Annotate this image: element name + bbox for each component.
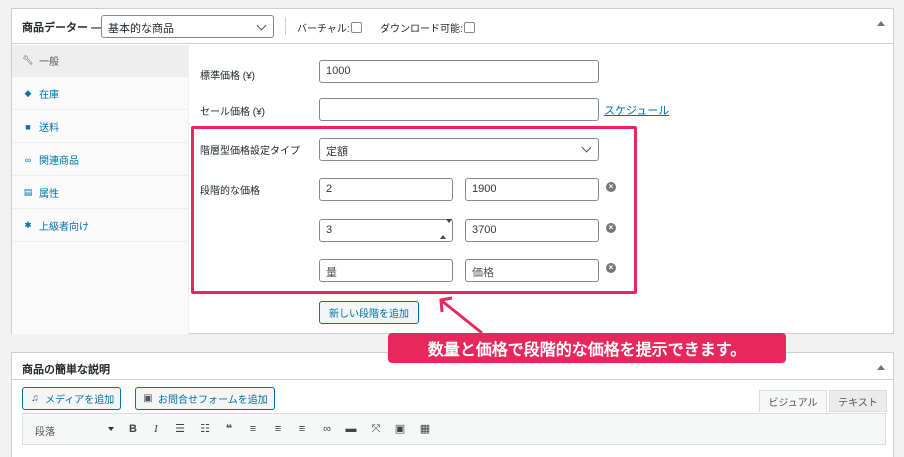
downloadable-checkbox[interactable] (463, 22, 475, 33)
tab-general[interactable]: 🔧︎ 一般 (12, 45, 188, 77)
list-icon: ▤ (23, 187, 33, 197)
add-media-label: メディアを追加 (45, 395, 115, 406)
downloadable-option[interactable]: ダウンロード可能: (380, 20, 475, 35)
tab-advanced[interactable]: ✱ 上級者向け (12, 210, 188, 242)
editor-toolbar: 段落 B I ☰ ☷ ❝ ≡ ≡ ≡ ∞ ▬ ⤧ ▣ ▦ (22, 413, 886, 445)
virtual-checkbox[interactable] (350, 22, 362, 33)
fullscreen-icon[interactable]: ⤧ (369, 422, 383, 436)
read-more-icon[interactable]: ▬ (344, 422, 358, 436)
link-icon[interactable]: ∞ (320, 422, 334, 436)
align-center-icon[interactable]: ≡ (271, 422, 285, 436)
product-type-select[interactable]: 基本的な商品 (101, 15, 274, 38)
tab-text[interactable]: テキスト (829, 390, 887, 412)
tab-label: 一般 (39, 57, 59, 68)
regular-price-label: 標準価格 (¥) (200, 71, 255, 82)
align-left-icon[interactable]: ≡ (246, 422, 260, 436)
align-right-icon[interactable]: ≡ (295, 422, 309, 436)
toolbar-toggle-icon[interactable]: ▦ (418, 422, 432, 436)
quote-icon[interactable]: ❝ (222, 422, 236, 436)
product-data-tabs: 🔧︎ 一般 ◆ 在庫 ■ 送料 ∞ 関連商品 ▤ 属性 ✱ 上級者向け (12, 45, 189, 334)
tab-shipping[interactable]: ■ 送料 (12, 111, 188, 143)
header-divider (285, 17, 286, 35)
truck-icon: ■ (25, 121, 31, 132)
tab-label: 属性 (39, 189, 59, 200)
collapse-arrow-icon[interactable] (877, 365, 885, 370)
annotation-callout: 数量と価格で段階的な価格を提示できます。 (388, 333, 786, 363)
short-description-panel: 商品の簡単な説明 ♫ メディアを追加 ▣ お問合せフォームを追加 ビジュアル テ… (11, 352, 894, 457)
format-select[interactable]: 段落 (32, 421, 117, 439)
tag-icon: ◆ (24, 88, 32, 98)
schedule-link[interactable]: スケジュール (604, 102, 669, 118)
sale-price-input[interactable] (319, 98, 599, 121)
wrench-icon: 🔧︎ (22, 55, 34, 65)
italic-icon[interactable]: I (149, 422, 163, 436)
form-icon[interactable]: ▣ (393, 422, 407, 436)
media-icon: ♫ (31, 392, 39, 404)
format-value: 段落 (35, 427, 55, 438)
tab-attributes[interactable]: ▤ 属性 (12, 177, 188, 209)
tab-inventory[interactable]: ◆ 在庫 (12, 78, 188, 110)
virtual-option[interactable]: バーチャル: (297, 20, 362, 35)
tab-label: 上級者向け (39, 222, 89, 233)
bullet-list-icon[interactable]: ☰ (173, 422, 187, 436)
add-media-button[interactable]: ♫ メディアを追加 (22, 387, 122, 410)
virtual-label: バーチャル: (297, 24, 350, 35)
tab-label: 在庫 (39, 90, 59, 101)
product-data-header: 商品データー — 基本的な商品 バーチャル: ダウンロード可能: (12, 9, 893, 44)
product-type-value: 基本的な商品 (108, 23, 174, 35)
divider (12, 379, 893, 380)
bold-icon[interactable]: B (126, 422, 140, 436)
downloadable-label: ダウンロード可能: (380, 24, 463, 35)
collapse-arrow-icon[interactable] (877, 21, 885, 26)
short-description-title: 商品の簡単な説明 (22, 364, 110, 376)
add-form-button[interactable]: ▣ お問合せフォームを追加 (135, 387, 275, 410)
highlight-box (191, 126, 637, 294)
tab-label: 送料 (39, 123, 59, 134)
gear-icon: ✱ (24, 220, 32, 230)
chevron-down-icon (256, 20, 267, 31)
form-icon: ▣ (143, 392, 153, 404)
add-tier-button[interactable]: 新しい段階を追加 (319, 301, 419, 324)
tab-label: 関連商品 (39, 156, 79, 167)
chevron-down-icon (108, 427, 114, 431)
sale-price-label: セール価格 (¥) (200, 107, 265, 118)
tab-visual[interactable]: ビジュアル (759, 390, 827, 412)
annotation-arrow-icon (439, 296, 483, 335)
numbered-list-icon[interactable]: ☷ (198, 422, 212, 436)
link-icon: ∞ (24, 154, 32, 165)
product-data-title: 商品データー — (22, 22, 103, 34)
tab-linked-products[interactable]: ∞ 関連商品 (12, 144, 188, 176)
add-form-label: お問合せフォームを追加 (158, 395, 268, 406)
regular-price-input[interactable]: 1000 (319, 60, 599, 83)
